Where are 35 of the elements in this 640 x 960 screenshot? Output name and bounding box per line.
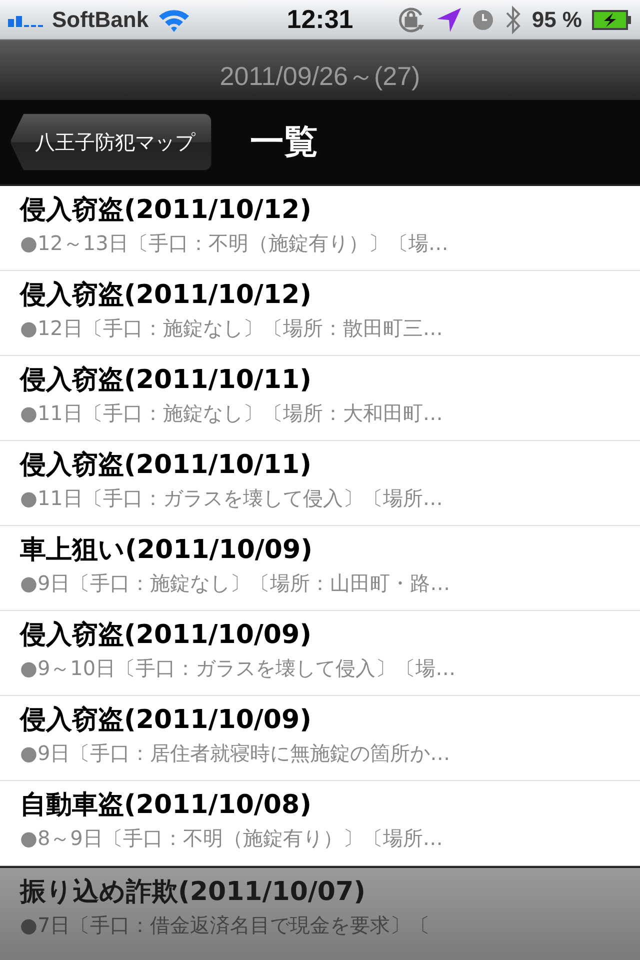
row-title: 振り込め詐欺(2011/10/07) (20, 876, 366, 909)
bluetooth-icon (504, 4, 522, 34)
row-subtitle: ●7日〔手口：借金返済名目で現金を要求〕〔 (20, 912, 432, 939)
location-arrow-icon (436, 6, 462, 32)
row-subtitle: ●9日〔手口：居住者就寝時に無施錠の箇所か… (20, 740, 452, 767)
navigation-title: 一覧 (250, 121, 318, 164)
back-button[interactable]: 八王子防犯マップ (10, 113, 212, 171)
battery-icon (592, 10, 632, 30)
battery-percentage: 95 % (532, 6, 582, 32)
row-title: 自動車盗(2011/10/08) (20, 789, 312, 822)
row-title: 侵入窃盗(2011/10/11) (20, 364, 312, 397)
status-time: 12:31 (286, 4, 354, 34)
row-subtitle: ●12日〔手口：施錠なし〕〔場所：散田町三… (20, 315, 444, 342)
row-title: 侵入窃盗(2011/10/11) (20, 449, 312, 482)
row-title: 車上狙い(2011/10/09) (20, 534, 314, 567)
list-row[interactable]: 車上狙い(2011/10/09) ●9日〔手口：施錠なし〕〔場所：山田町・路… (0, 526, 640, 611)
row-subtitle: ●11日〔手口：施錠なし〕〔場所：大和田町… (20, 400, 444, 427)
row-subtitle: ●9～10日〔手口：ガラスを壊して侵入〕〔場… (20, 655, 457, 682)
row-title: 侵入窃盗(2011/10/09) (20, 619, 312, 652)
row-title: 侵入窃盗(2011/10/12) (20, 279, 312, 312)
list-row[interactable]: 侵入窃盗(2011/10/11) ●11日〔手口：施錠なし〕〔場所：大和田町… (0, 356, 640, 441)
row-subtitle: ●12～13日〔手口：不明（施錠有り）〕〔場… (20, 230, 450, 257)
list-row[interactable]: 侵入窃盗(2011/10/09) ●9日〔手口：居住者就寝時に無施錠の箇所か… (0, 696, 640, 781)
row-subtitle: ●9日〔手口：施錠なし〕〔場所：山田町・路… (20, 570, 452, 597)
clock-icon (472, 8, 494, 30)
row-title: 侵入窃盗(2011/10/12) (20, 194, 312, 227)
list-row[interactable]: 侵入窃盗(2011/10/09) ●9～10日〔手口：ガラスを壊して侵入〕〔場… (0, 611, 640, 696)
carrier-name: SoftBank (52, 6, 149, 32)
list-row[interactable]: 侵入窃盗(2011/10/12) ●12日〔手口：施錠なし〕〔場所：散田町三… (0, 271, 640, 356)
list-row[interactable]: 侵入窃盗(2011/10/11) ●11日〔手口：ガラスを壊して侵入〕〔場所… (0, 441, 640, 526)
list-row[interactable]: 侵入窃盗(2011/10/12) ●12～13日〔手口：不明（施錠有り）〕〔場… (0, 186, 640, 271)
row-subtitle: ●8～9日〔手口：不明（施錠有り）〕〔場所… (20, 825, 444, 852)
prompt-text: 2011/09/26～(27) (220, 60, 420, 93)
row-subtitle: ●11日〔手口：ガラスを壊して侵入〕〔場所… (20, 485, 444, 512)
row-title: 侵入窃盗(2011/10/09) (20, 704, 312, 737)
